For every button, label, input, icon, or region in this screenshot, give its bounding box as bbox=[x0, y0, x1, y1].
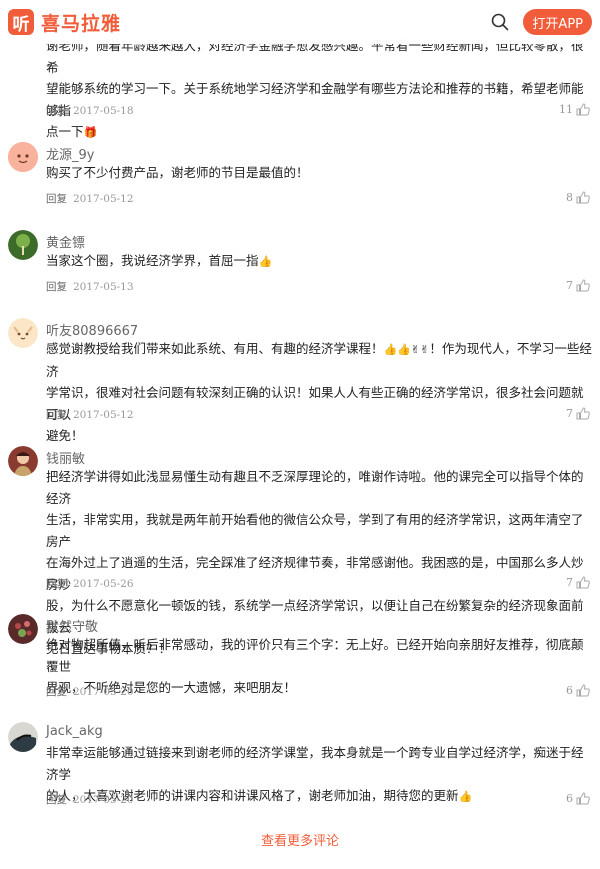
comment-date: 2017-05-12 bbox=[73, 409, 134, 421]
comment-text: 谢老师，随着年龄越来越大，对经济学金融学愈发感兴趣。平常看一些财经新闻，但比较零… bbox=[46, 35, 594, 144]
thumbs-up-emoji-icon: 👍 bbox=[258, 255, 273, 268]
search-icon[interactable] bbox=[489, 11, 511, 33]
like-button[interactable]: 11 bbox=[559, 103, 590, 116]
comment-username[interactable]: 黄金镖 bbox=[46, 232, 85, 251]
reply-link[interactable]: 回复 bbox=[46, 794, 67, 806]
like-count: 6 bbox=[566, 684, 573, 697]
thumbs-up-icon bbox=[576, 103, 590, 116]
comment-username[interactable]: 龙源_9y bbox=[46, 144, 94, 163]
comment-meta: 回复 2017-05-20 bbox=[46, 684, 134, 699]
comment-text-segment: 当家这个圈，我说经济学界，首屈一指 bbox=[46, 253, 259, 268]
thumbs-up-icon bbox=[576, 279, 590, 292]
thumbs-up-icon bbox=[576, 407, 590, 420]
comment-date: 2017-05-20 bbox=[73, 686, 134, 698]
comment-meta: 回复 2017-05-13 bbox=[46, 279, 134, 294]
comment-meta: 回复 2017-05-12 bbox=[46, 407, 134, 422]
comment-meta: 回复 2017-05-20 bbox=[46, 792, 134, 807]
reply-link[interactable]: 回复 bbox=[46, 193, 67, 205]
comment-date: 2017-05-12 bbox=[73, 193, 134, 205]
app-logo-icon[interactable]: 听 bbox=[8, 9, 34, 35]
comment-text: 购买了不少付费产品，谢老师的节目是最值的！ bbox=[46, 162, 594, 184]
comment-text: 感觉谢教授给我们带来如此系统、有用、有趣的经济学课程！👍👍✌✌！作为现代人，不学… bbox=[46, 338, 594, 447]
thumbs-up-icon bbox=[576, 576, 590, 589]
comment-text-line: 当家这个圈，我说经济学界，首屈一指👍 bbox=[46, 250, 594, 273]
comment-date: 2017-05-20 bbox=[73, 794, 134, 806]
comment-meta: 回复 2017-05-12 bbox=[46, 191, 134, 206]
like-button[interactable]: 7 bbox=[566, 576, 590, 589]
load-more-comments-link[interactable]: 查看更多评论 bbox=[0, 830, 600, 849]
comment-text: 把经济学讲得如此浅显易懂生动有趣且不乏深厚理论的，唯谢作诗啦。他的课完全可以指导… bbox=[46, 466, 594, 660]
app-logo-text[interactable]: 喜马拉雅 bbox=[41, 9, 121, 36]
comment-text-line: 感觉谢教授给我们带来如此系统、有用、有趣的经济学课程！👍👍✌✌！作为现代人，不学… bbox=[46, 338, 594, 382]
open-app-button[interactable]: 打开APP bbox=[523, 9, 592, 35]
like-button[interactable]: 6 bbox=[566, 792, 590, 805]
avatar[interactable] bbox=[8, 614, 38, 644]
avatar[interactable] bbox=[8, 722, 38, 752]
gift-emoji-icon: 🎁 bbox=[83, 126, 98, 139]
reply-link[interactable]: 回复 bbox=[46, 281, 67, 293]
comment-text-line: 购买了不少付费产品，谢老师的节目是最值的！ bbox=[46, 165, 309, 180]
thumbs-up-icon bbox=[576, 684, 590, 697]
reply-link[interactable]: 回复 bbox=[46, 409, 67, 421]
like-button[interactable]: 6 bbox=[566, 684, 590, 697]
top-header: 听 喜马拉雅 打开APP bbox=[0, 0, 600, 44]
comment-text-line: 股，为什么不愿意化一顿饭的钱，系统学一点经济学常识，以便让自己在纷繁复杂的经济现… bbox=[46, 598, 584, 635]
comment-text-segment: 感觉谢教授给我们带来如此系统、有用、有趣的经济学课程！ bbox=[46, 341, 384, 356]
like-button[interactable]: 8 bbox=[566, 191, 590, 204]
comment-username[interactable]: Jack_akg bbox=[46, 724, 103, 739]
comment-meta: 回复 2017-05-18 bbox=[46, 103, 134, 118]
avatar[interactable] bbox=[8, 142, 38, 172]
like-count: 8 bbox=[566, 191, 573, 204]
comment-text: 当家这个圈，我说经济学界，首屈一指👍 bbox=[46, 250, 594, 273]
comment-date: 2017-05-18 bbox=[73, 105, 134, 117]
comment-text-line: 把经济学讲得如此浅显易懂生动有趣且不乏深厚理论的，唯谢作诗啦。他的课完全可以指导… bbox=[46, 469, 584, 506]
comment-text-line: 生活，非常实用，我就是两年前开始看他的微信公众号，学到了有用的经济学常识，这两年… bbox=[46, 512, 584, 549]
like-count: 11 bbox=[559, 103, 573, 116]
comment-date: 2017-05-13 bbox=[73, 281, 134, 293]
thumbs-up-emoji-icon: 👍 bbox=[458, 790, 473, 803]
avatar[interactable] bbox=[8, 446, 38, 476]
avatar[interactable] bbox=[8, 318, 38, 348]
like-count: 6 bbox=[566, 792, 573, 805]
thumbs-up-icon bbox=[576, 792, 590, 805]
like-button[interactable]: 7 bbox=[566, 407, 590, 420]
comment-date: 2017-05-26 bbox=[73, 578, 134, 590]
comment-text-line: 非常幸运能够通过链接来到谢老师的经济学课堂，我本身就是一个跨专业自学过经济学，痴… bbox=[46, 745, 584, 782]
comment-text-line: 绝对物超所值，听后非常感动，我的评价只有三个字：无上好。已经开始向亲朋好友推荐，… bbox=[46, 637, 584, 674]
like-button[interactable]: 7 bbox=[566, 279, 590, 292]
comment-username[interactable]: 听友80896667 bbox=[46, 320, 138, 339]
reply-link[interactable]: 回复 bbox=[46, 578, 67, 590]
reply-link[interactable]: 回复 bbox=[46, 105, 67, 117]
comment-feed[interactable]: 谢老师，随着年龄越来越大，对经济学金融学愈发感兴趣。平常看一些财经新闻，但比较零… bbox=[0, 0, 600, 869]
like-count: 7 bbox=[566, 407, 573, 420]
comment-text-line: 避免！ bbox=[46, 428, 84, 443]
reply-link[interactable]: 回复 bbox=[46, 686, 67, 698]
hand-emoji-icon: 👍👍✌✌ bbox=[383, 343, 430, 356]
comment-username[interactable]: 钱丽敏 bbox=[46, 448, 85, 467]
comment-text-segment: 点一下 bbox=[46, 124, 84, 139]
like-count: 7 bbox=[566, 576, 573, 589]
comment-username[interactable]: 默然守敬 bbox=[46, 616, 98, 635]
like-count: 7 bbox=[566, 279, 573, 292]
thumbs-up-icon bbox=[576, 191, 590, 204]
comment-text-line: 点一下🎁 bbox=[46, 121, 594, 144]
comment-meta: 回复 2017-05-26 bbox=[46, 576, 134, 591]
avatar[interactable] bbox=[8, 230, 38, 260]
